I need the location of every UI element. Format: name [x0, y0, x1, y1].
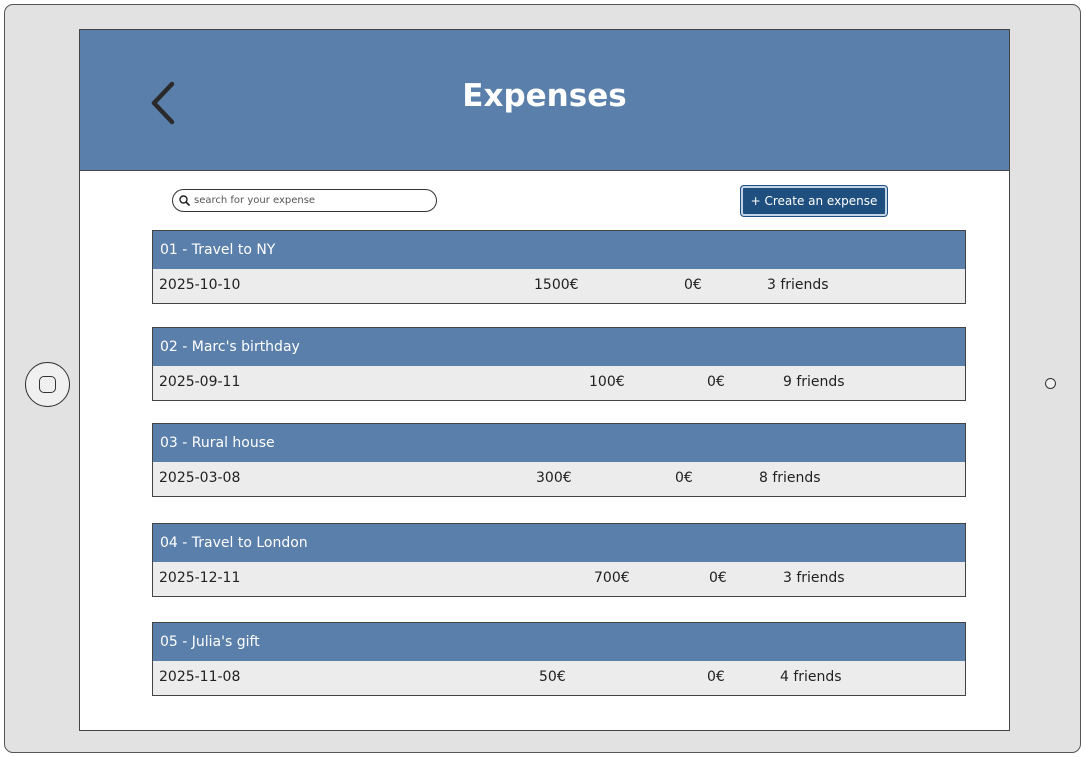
- expense-friends: 9 friends: [783, 374, 845, 390]
- expense-card[interactable]: 01 - Travel to NY 2025-10-10 1500€ 0€ 3 …: [152, 230, 966, 304]
- create-expense-button[interactable]: + Create an expense: [741, 186, 887, 216]
- camera-icon: [1045, 378, 1056, 389]
- header-bar: Expenses: [80, 30, 1009, 171]
- expense-amount: 700€: [594, 570, 630, 586]
- expense-details: 2025-11-08 50€ 0€ 4 friends: [153, 661, 965, 695]
- expense-balance: 0€: [675, 470, 693, 486]
- expense-details: 2025-09-11 100€ 0€ 9 friends: [153, 366, 965, 400]
- search-box[interactable]: [172, 189, 437, 212]
- expense-date: 2025-10-10: [159, 277, 241, 293]
- expense-title: 01 - Travel to NY: [153, 231, 965, 269]
- expense-friends: 3 friends: [783, 570, 845, 586]
- expense-title: 05 - Julia's gift: [153, 623, 965, 661]
- expense-friends: 3 friends: [767, 277, 829, 293]
- page-title: Expenses: [462, 78, 627, 114]
- expense-amount: 1500€: [534, 277, 579, 293]
- expense-card[interactable]: 05 - Julia's gift 2025-11-08 50€ 0€ 4 fr…: [152, 622, 966, 696]
- expense-amount: 300€: [536, 470, 572, 486]
- expense-balance: 0€: [684, 277, 702, 293]
- expense-card[interactable]: 02 - Marc's birthday 2025-09-11 100€ 0€ …: [152, 327, 966, 401]
- expense-date: 2025-11-08: [159, 669, 241, 685]
- expense-friends: 8 friends: [759, 470, 821, 486]
- expense-balance: 0€: [707, 374, 725, 390]
- expense-balance: 0€: [707, 669, 725, 685]
- expense-friends: 4 friends: [780, 669, 842, 685]
- expense-date: 2025-12-11: [159, 570, 241, 586]
- expense-date: 2025-09-11: [159, 374, 241, 390]
- expense-amount: 50€: [539, 669, 566, 685]
- app-screen: Expenses + Create an expense 01 - Travel…: [79, 29, 1010, 731]
- expense-balance: 0€: [709, 570, 727, 586]
- search-input[interactable]: [194, 195, 424, 206]
- expense-card[interactable]: 04 - Travel to London 2025-12-11 700€ 0€…: [152, 523, 966, 597]
- expense-details: 2025-03-08 300€ 0€ 8 friends: [153, 462, 965, 496]
- home-button-icon[interactable]: [25, 362, 70, 407]
- search-icon: [179, 195, 190, 206]
- expense-title: 03 - Rural house: [153, 424, 965, 462]
- expense-title: 02 - Marc's birthday: [153, 328, 965, 366]
- expense-details: 2025-10-10 1500€ 0€ 3 friends: [153, 269, 965, 303]
- expense-amount: 100€: [589, 374, 625, 390]
- expense-title: 04 - Travel to London: [153, 524, 965, 562]
- expense-card[interactable]: 03 - Rural house 2025-03-08 300€ 0€ 8 fr…: [152, 423, 966, 497]
- expense-date: 2025-03-08: [159, 470, 241, 486]
- expense-details: 2025-12-11 700€ 0€ 3 friends: [153, 562, 965, 596]
